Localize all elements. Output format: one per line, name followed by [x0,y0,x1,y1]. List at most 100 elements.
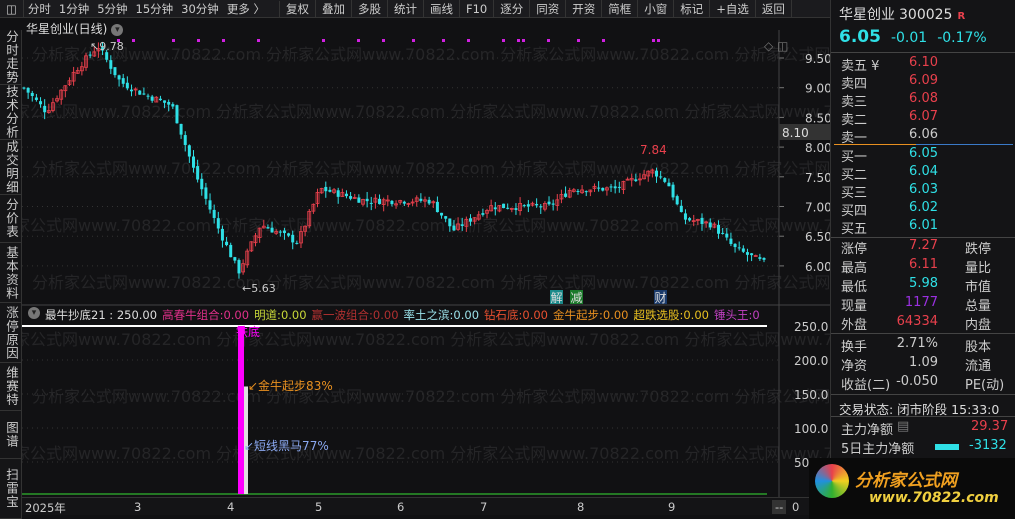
candle [444,216,448,219]
signal-marker [652,39,655,42]
signal-marker [357,39,360,42]
side-tab[interactable]: 维赛特 [0,363,22,411]
settings-icon[interactable]: ◇ ◫ [764,39,788,53]
candle [200,178,204,190]
quote-panel: 华星创业 300025 R 6.05 -0.01 -0.17% 卖五 ¥6.10 卖四 6.09… [809,0,1015,519]
stock-header: 华星创业 300025 R [839,7,966,23]
candle [502,203,506,209]
candle [212,209,216,218]
kline-chart[interactable]: 分析家公式网www.70822.com 分析家公式网www.70822.com … [22,30,830,497]
candle [663,178,667,182]
toolbar-button[interactable]: 简框 [602,0,639,18]
toolbar-button[interactable]: 同资 [530,0,567,18]
event-tag[interactable]: 解 [550,290,563,305]
quote-row: 买五 6.01 [841,218,938,237]
list-icon: ▤ [897,419,910,434]
watermark: 分析家公式网www.70822.com 分析家公式网www.70822.com … [32,45,830,64]
candle [237,260,241,274]
toolbar-button[interactable]: 叠加 [316,0,352,18]
candle [365,198,369,202]
period-tab[interactable]: 5分钟 [93,1,131,17]
candle [659,176,663,178]
quote-row: 卖二 6.07 [841,109,938,128]
watermark: 分析家公式网www.70822.com 分析家公式网www.70822.com … [32,159,830,178]
period-tab[interactable]: 分时 [24,1,55,17]
candle [733,243,737,248]
signal-marker [577,39,580,42]
x-axis-scroll[interactable]: -- [772,500,787,514]
side-tab[interactable]: 成交明细 [0,140,22,195]
x-axis-label: 7 [480,500,488,514]
indicator-item: 钻石底:0.00 [484,308,548,322]
candle [167,101,171,105]
period-tab[interactable]: 15分钟 [132,1,178,17]
toolbar-button[interactable]: 画线 [424,0,460,18]
candle [390,200,394,205]
toolbar-button[interactable]: 开资 [566,0,603,18]
period-tab[interactable]: 30分钟 [177,1,223,17]
watermark: 分析家公式网www.70822.com 分析家公式网www.70822.com … [22,444,830,463]
quote-row: 收益(二) -0.050 PE(动) [841,374,1005,393]
candle [291,234,295,243]
side-tab[interactable]: 基本资料 [0,243,22,303]
candle [460,224,464,226]
candle [22,87,26,89]
toolbar-button[interactable]: 多股 [352,0,388,18]
toolbar-button[interactable]: 小窗 [638,0,675,18]
svg-text:财: 财 [655,291,667,305]
candle [725,233,729,238]
side-tab[interactable]: 图谱 [0,411,22,459]
candle [745,252,749,255]
toolbar-button[interactable]: 标记 [674,0,711,18]
candle [179,123,183,135]
side-tab[interactable]: 分时走势 [0,30,22,85]
y-axis-label: 150.0 [794,388,828,402]
y-axis-label: 6.50 [805,230,830,244]
candle [158,98,162,101]
side-tab[interactable]: 技术分析 [0,85,22,140]
toolbar-button[interactable]: 返回 [756,0,792,18]
chevron-down-icon[interactable]: ▾ [28,307,40,319]
candle [175,105,179,124]
price-line: 6.05 -0.01 -0.17% [839,27,987,47]
toolbar: ◫ 分时 1分钟 5分钟 15分钟 30分钟 更多 〉 复权 叠加 多股 统计 画线 F10 逐分 同资… [0,0,830,18]
side-tab[interactable]: 涨停原因 [0,303,22,363]
candle [729,238,733,244]
candle [688,218,692,221]
candle [481,213,485,215]
candle [493,207,497,210]
period-tab[interactable]: 更多 〉 [223,1,269,17]
candle [196,166,200,180]
event-tag[interactable]: 财 [654,290,667,305]
candle [721,232,725,234]
toolbar-button[interactable]: +自选 [710,0,756,18]
site-logo: 分析家公式网 www.70822.com [809,458,1015,519]
period-tab[interactable]: 1分钟 [55,1,93,17]
candle [229,244,233,258]
candle [88,54,92,56]
side-tab[interactable]: 分价表 [0,195,22,243]
candle [220,228,224,241]
candle [270,227,274,233]
quote-row: 最高 6.11 量比 [841,257,992,276]
candle [551,203,555,205]
candle [171,104,175,107]
toolbar-button[interactable]: F10 [460,0,495,18]
toolbar-button[interactable]: 复权 [280,0,316,18]
indicator-item: 明道:0.00 [254,308,307,322]
candle [117,75,121,80]
toolbar-button[interactable]: 逐分 [494,0,531,18]
indicator-item: 高春牛组合:0.00 [162,308,250,322]
toolbar-buttons: 复权 叠加 多股 统计 画线 F10 逐分 同资 开资 简框 小窗 标记 +自选 返回 [280,0,792,18]
quote-row: 换手 2.71% 股本 [841,336,992,355]
side-tab[interactable]: 扫雷宝 [0,459,22,519]
indicator-item: 超跌选股:0.00 [633,308,709,322]
event-tag[interactable]: 减 [570,290,583,305]
candle [539,206,543,208]
candle [597,187,601,189]
candle [737,247,741,249]
toolbar-button[interactable]: 统计 [388,0,424,18]
candle [613,186,617,189]
signal-marker [502,39,505,42]
panel-toggle-icon[interactable]: ◫ [0,0,24,18]
